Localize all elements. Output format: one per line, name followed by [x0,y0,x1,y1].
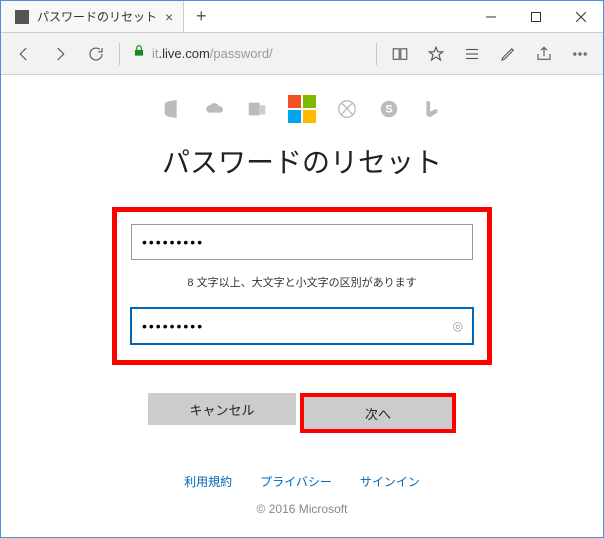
lock-icon [132,44,146,63]
maximize-button[interactable] [513,1,558,32]
terms-link[interactable]: 利用規約 [184,473,232,490]
title-bar: パスワードのリセット × + [1,1,603,33]
button-row: キャンセル 次へ [1,393,603,433]
next-button[interactable]: 次へ [304,397,452,429]
confirm-password-input[interactable] [131,308,473,344]
share-button[interactable] [527,37,561,71]
favorite-button[interactable] [419,37,453,71]
page-content: S パスワードのリセット 8 文字以上、大文字と小文字の区別があります ◎ キャ… [1,75,603,516]
refresh-button[interactable] [79,37,113,71]
tab-title: パスワードのリセット [37,8,157,25]
browser-toolbar: it.live.com/password/ [1,33,603,75]
browser-tab[interactable]: パスワードのリセット × [1,1,184,32]
xbox-icon [336,98,358,120]
window-controls [468,1,603,32]
url-text: it.live.com/password/ [152,46,273,61]
footer-links: 利用規約 プライバシー サインイン [1,473,603,490]
reveal-password-icon[interactable]: ◎ [453,319,463,333]
outlook-icon [246,98,268,120]
minimize-button[interactable] [468,1,513,32]
forward-button[interactable] [43,37,77,71]
cancel-button[interactable]: キャンセル [148,393,296,425]
webnote-button[interactable] [491,37,525,71]
signin-link[interactable]: サインイン [360,473,420,490]
password-hint: 8 文字以上、大文字と小文字の区別があります [131,274,473,290]
hub-button[interactable] [455,37,489,71]
address-bar[interactable]: it.live.com/password/ [126,39,370,69]
close-window-button[interactable] [558,1,603,32]
ms-services-row: S [1,95,603,123]
office-icon [162,98,184,120]
new-password-input[interactable] [131,224,473,260]
next-button-highlight: 次へ [300,393,456,433]
page-title: パスワードのリセット [1,141,603,181]
more-button[interactable] [563,37,597,71]
svg-text:S: S [385,104,392,116]
back-button[interactable] [7,37,41,71]
reading-view-button[interactable] [383,37,417,71]
password-form-highlight: 8 文字以上、大文字と小文字の区別があります ◎ [112,207,492,365]
tab-favicon [15,10,29,24]
skype-icon: S [378,98,400,120]
onedrive-icon [204,98,226,120]
new-tab-button[interactable]: + [184,1,218,32]
bing-icon [420,98,442,120]
microsoft-logo [288,95,316,123]
close-tab-icon[interactable]: × [165,9,173,25]
copyright-text: © 2016 Microsoft [1,502,603,516]
privacy-link[interactable]: プライバシー [260,473,332,490]
